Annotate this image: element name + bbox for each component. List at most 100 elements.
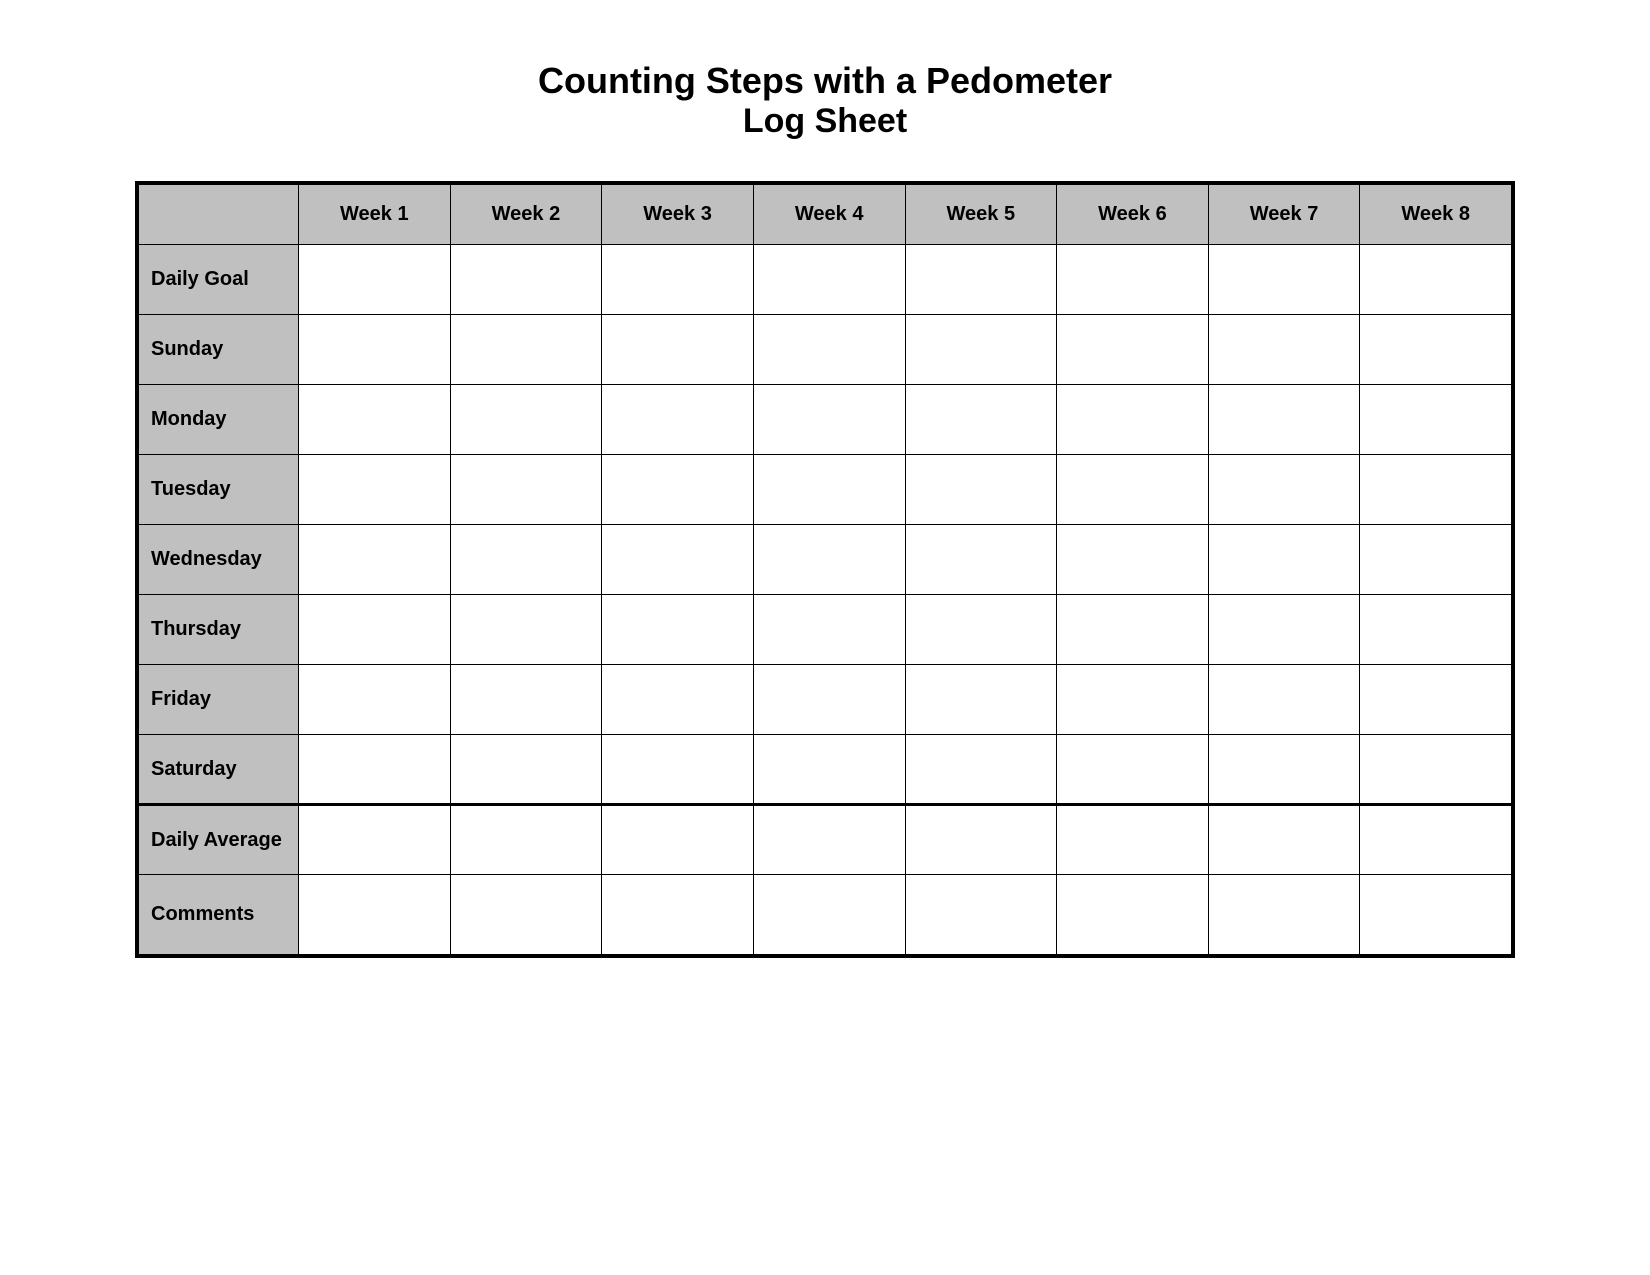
- label-friday: Friday: [139, 665, 299, 735]
- cell-thursday-w6[interactable]: [1057, 595, 1209, 665]
- cell-friday-w1[interactable]: [299, 665, 451, 735]
- cell-saturday-w4[interactable]: [753, 735, 905, 805]
- cell-sunday-w7[interactable]: [1208, 315, 1360, 385]
- cell-comments-w3[interactable]: [602, 875, 754, 955]
- label-daily-goal: Daily Goal: [139, 245, 299, 315]
- cell-daily-goal-w6[interactable]: [1057, 245, 1209, 315]
- row-friday: Friday: [139, 665, 1512, 735]
- cell-daily-average-w6[interactable]: [1057, 805, 1209, 875]
- cell-saturday-w1[interactable]: [299, 735, 451, 805]
- cell-tuesday-w5[interactable]: [905, 455, 1057, 525]
- page-title: Counting Steps with a Pedometer Log Shee…: [538, 60, 1112, 141]
- cell-saturday-w3[interactable]: [602, 735, 754, 805]
- cell-daily-goal-w8[interactable]: [1360, 245, 1512, 315]
- cell-daily-average-w5[interactable]: [905, 805, 1057, 875]
- cell-daily-goal-w7[interactable]: [1208, 245, 1360, 315]
- cell-tuesday-w4[interactable]: [753, 455, 905, 525]
- row-tuesday: Tuesday: [139, 455, 1512, 525]
- cell-saturday-w7[interactable]: [1208, 735, 1360, 805]
- cell-sunday-w6[interactable]: [1057, 315, 1209, 385]
- cell-thursday-w4[interactable]: [753, 595, 905, 665]
- cell-daily-goal-w2[interactable]: [450, 245, 602, 315]
- cell-tuesday-w8[interactable]: [1360, 455, 1512, 525]
- cell-friday-w5[interactable]: [905, 665, 1057, 735]
- header-week7: Week 7: [1208, 185, 1360, 245]
- cell-saturday-w8[interactable]: [1360, 735, 1512, 805]
- log-table-container: Week 1 Week 2 Week 3 Week 4 Week 5 Week …: [135, 181, 1515, 958]
- cell-sunday-w5[interactable]: [905, 315, 1057, 385]
- header-empty-col: [139, 185, 299, 245]
- row-daily-average: Daily Average: [139, 805, 1512, 875]
- label-wednesday: Wednesday: [139, 525, 299, 595]
- cell-monday-w2[interactable]: [450, 385, 602, 455]
- label-saturday: Saturday: [139, 735, 299, 805]
- header-week4: Week 4: [753, 185, 905, 245]
- cell-monday-w1[interactable]: [299, 385, 451, 455]
- cell-wednesday-w2[interactable]: [450, 525, 602, 595]
- cell-thursday-w3[interactable]: [602, 595, 754, 665]
- header-week3: Week 3: [602, 185, 754, 245]
- cell-comments-w8[interactable]: [1360, 875, 1512, 955]
- cell-daily-average-w3[interactable]: [602, 805, 754, 875]
- cell-sunday-w8[interactable]: [1360, 315, 1512, 385]
- header-week8: Week 8: [1360, 185, 1512, 245]
- cell-friday-w6[interactable]: [1057, 665, 1209, 735]
- header-week5: Week 5: [905, 185, 1057, 245]
- cell-comments-w7[interactable]: [1208, 875, 1360, 955]
- cell-monday-w3[interactable]: [602, 385, 754, 455]
- cell-wednesday-w6[interactable]: [1057, 525, 1209, 595]
- cell-comments-w6[interactable]: [1057, 875, 1209, 955]
- cell-tuesday-w1[interactable]: [299, 455, 451, 525]
- cell-wednesday-w5[interactable]: [905, 525, 1057, 595]
- cell-daily-average-w8[interactable]: [1360, 805, 1512, 875]
- cell-saturday-w5[interactable]: [905, 735, 1057, 805]
- cell-daily-average-w2[interactable]: [450, 805, 602, 875]
- cell-thursday-w5[interactable]: [905, 595, 1057, 665]
- cell-daily-average-w7[interactable]: [1208, 805, 1360, 875]
- cell-sunday-w2[interactable]: [450, 315, 602, 385]
- cell-friday-w3[interactable]: [602, 665, 754, 735]
- cell-comments-w2[interactable]: [450, 875, 602, 955]
- cell-tuesday-w6[interactable]: [1057, 455, 1209, 525]
- cell-wednesday-w3[interactable]: [602, 525, 754, 595]
- cell-friday-w8[interactable]: [1360, 665, 1512, 735]
- cell-tuesday-w2[interactable]: [450, 455, 602, 525]
- cell-thursday-w7[interactable]: [1208, 595, 1360, 665]
- cell-daily-average-w1[interactable]: [299, 805, 451, 875]
- cell-daily-goal-w4[interactable]: [753, 245, 905, 315]
- cell-saturday-w6[interactable]: [1057, 735, 1209, 805]
- cell-sunday-w4[interactable]: [753, 315, 905, 385]
- cell-monday-w8[interactable]: [1360, 385, 1512, 455]
- cell-wednesday-w7[interactable]: [1208, 525, 1360, 595]
- cell-wednesday-w4[interactable]: [753, 525, 905, 595]
- title-line1: Counting Steps with a Pedometer: [538, 60, 1112, 102]
- label-comments: Comments: [139, 875, 299, 955]
- cell-monday-w5[interactable]: [905, 385, 1057, 455]
- cell-friday-w7[interactable]: [1208, 665, 1360, 735]
- cell-sunday-w1[interactable]: [299, 315, 451, 385]
- cell-sunday-w3[interactable]: [602, 315, 754, 385]
- cell-daily-average-w4[interactable]: [753, 805, 905, 875]
- cell-monday-w7[interactable]: [1208, 385, 1360, 455]
- cell-monday-w4[interactable]: [753, 385, 905, 455]
- cell-tuesday-w3[interactable]: [602, 455, 754, 525]
- cell-thursday-w8[interactable]: [1360, 595, 1512, 665]
- cell-daily-goal-w5[interactable]: [905, 245, 1057, 315]
- cell-friday-w2[interactable]: [450, 665, 602, 735]
- cell-wednesday-w1[interactable]: [299, 525, 451, 595]
- cell-daily-goal-w3[interactable]: [602, 245, 754, 315]
- cell-daily-goal-w1[interactable]: [299, 245, 451, 315]
- cell-tuesday-w7[interactable]: [1208, 455, 1360, 525]
- cell-saturday-w2[interactable]: [450, 735, 602, 805]
- log-table: Week 1 Week 2 Week 3 Week 4 Week 5 Week …: [138, 184, 1512, 955]
- cell-comments-w4[interactable]: [753, 875, 905, 955]
- header-week6: Week 6: [1057, 185, 1209, 245]
- cell-wednesday-w8[interactable]: [1360, 525, 1512, 595]
- cell-thursday-w2[interactable]: [450, 595, 602, 665]
- cell-monday-w6[interactable]: [1057, 385, 1209, 455]
- cell-comments-w1[interactable]: [299, 875, 451, 955]
- cell-friday-w4[interactable]: [753, 665, 905, 735]
- cell-thursday-w1[interactable]: [299, 595, 451, 665]
- cell-comments-w5[interactable]: [905, 875, 1057, 955]
- header-week2: Week 2: [450, 185, 602, 245]
